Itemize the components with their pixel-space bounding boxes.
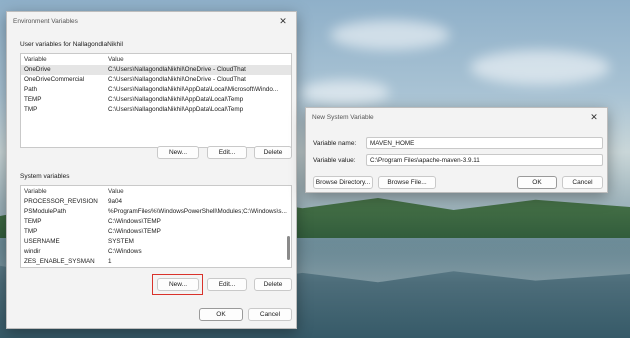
column-header-value[interactable]: Value: [105, 186, 291, 197]
table-row[interactable]: USERNAME SYSTEM: [21, 237, 291, 247]
variable-value-label: Variable value:: [313, 157, 356, 164]
variable-cell: USERNAME: [24, 238, 60, 245]
close-icon[interactable]: ✕: [276, 14, 290, 28]
title-bar: New System Variable ✕: [306, 108, 607, 126]
value-cell: SYSTEM: [108, 238, 134, 245]
system-delete-button[interactable]: Delete: [254, 278, 292, 291]
variable-cell: TMP: [24, 228, 38, 235]
variable-value-input[interactable]: [366, 154, 603, 166]
system-edit-button[interactable]: Edit...: [207, 278, 247, 291]
column-header-variable[interactable]: Variable: [21, 186, 105, 197]
column-header-variable[interactable]: Variable: [21, 54, 105, 65]
variable-cell: windir: [24, 248, 41, 255]
variable-cell: TMP: [24, 106, 38, 113]
table-row[interactable]: ZES_ENABLE_SYSMAN 1: [21, 257, 291, 267]
value-cell: C:\Users\NallagondlaNikhil\AppData\Local…: [108, 106, 244, 113]
table-row[interactable]: PSModulePath %ProgramFiles%\WindowsPower…: [21, 207, 291, 217]
variable-cell: Path: [24, 86, 37, 93]
user-delete-button[interactable]: Delete: [254, 146, 292, 159]
cloud: [330, 20, 450, 50]
cancel-button[interactable]: Cancel: [562, 176, 603, 189]
new-system-variable-dialog: New System Variable ✕ Variable name: Var…: [305, 107, 608, 193]
table-row[interactable]: TMP C:\Windows\TEMP: [21, 227, 291, 237]
variable-cell: OneDrive: [21, 65, 105, 75]
table-row[interactable]: TEMP C:\Users\NallagondlaNikhil\AppData\…: [21, 95, 291, 105]
scrollbar-thumb[interactable]: [287, 236, 290, 260]
title-bar: Environment Variables ✕: [7, 12, 296, 30]
variable-cell: ZES_ENABLE_SYSMAN: [24, 258, 95, 265]
variable-name-input[interactable]: [366, 137, 603, 149]
value-cell: C:\Windows: [108, 248, 142, 255]
system-variables-list[interactable]: Variable Value PROCESSOR_REVISION 9a04 P…: [20, 185, 292, 268]
close-icon[interactable]: ✕: [587, 110, 601, 124]
environment-variables-window: Environment Variables ✕ User variables f…: [6, 11, 297, 329]
dialog-title: New System Variable: [312, 113, 374, 121]
column-header-value[interactable]: Value: [105, 54, 291, 65]
variable-cell: TEMP: [24, 96, 42, 103]
variable-name-label: Variable name:: [313, 140, 357, 147]
variable-cell: PROCESSOR_REVISION: [24, 198, 98, 205]
cloud: [300, 80, 390, 105]
system-new-button[interactable]: New...: [157, 278, 199, 291]
value-cell: 1: [108, 258, 112, 265]
list-header: Variable Value: [21, 54, 291, 65]
table-row[interactable]: TMP C:\Users\NallagondlaNikhil\AppData\L…: [21, 105, 291, 115]
value-cell: C:\Users\NallagondlaNikhil\OneDrive - Cl…: [105, 65, 291, 75]
variable-cell: OneDriveCommercial: [24, 76, 85, 83]
user-edit-button[interactable]: Edit...: [207, 146, 247, 159]
value-cell: 9a04: [108, 198, 123, 205]
table-row[interactable]: OneDrive C:\Users\NallagondlaNikhil\OneD…: [21, 65, 291, 75]
value-cell: C:\Windows\TEMP: [108, 218, 161, 225]
value-cell: C:\Users\NallagondlaNikhil\OneDrive - Cl…: [108, 76, 246, 83]
window-title: Environment Variables: [13, 17, 78, 25]
value-cell: C:\Windows\TEMP: [108, 228, 161, 235]
browse-file-button[interactable]: Browse File...: [378, 176, 436, 189]
user-new-button[interactable]: New...: [157, 146, 199, 159]
table-row[interactable]: windir C:\Windows: [21, 247, 291, 257]
browse-directory-button[interactable]: Browse Directory...: [313, 176, 373, 189]
value-cell: C:\Users\NallagondlaNikhil\AppData\Local…: [108, 96, 244, 103]
variable-cell: TEMP: [24, 218, 42, 225]
table-row[interactable]: PROCESSOR_REVISION 9a04: [21, 197, 291, 207]
value-cell: C:\Users\NallagondlaNikhil\AppData\Local…: [108, 86, 279, 93]
table-row[interactable]: OneDriveCommercial C:\Users\NallagondlaN…: [21, 75, 291, 85]
user-variables-label: User variables for NallagondlaNikhil: [20, 41, 123, 48]
list-header: Variable Value: [21, 186, 291, 197]
user-variables-list[interactable]: Variable Value OneDrive C:\Users\Nallago…: [20, 53, 292, 148]
cloud: [470, 50, 610, 85]
ok-button[interactable]: OK: [199, 308, 243, 321]
system-variables-label: System variables: [20, 173, 70, 180]
ok-button[interactable]: OK: [517, 176, 557, 189]
variable-cell: PSModulePath: [24, 208, 67, 215]
table-row[interactable]: Path C:\Users\NallagondlaNikhil\AppData\…: [21, 85, 291, 95]
cancel-button[interactable]: Cancel: [248, 308, 292, 321]
table-row[interactable]: TEMP C:\Windows\TEMP: [21, 217, 291, 227]
value-cell: %ProgramFiles%\WindowsPowerShell\Modules…: [108, 208, 287, 215]
